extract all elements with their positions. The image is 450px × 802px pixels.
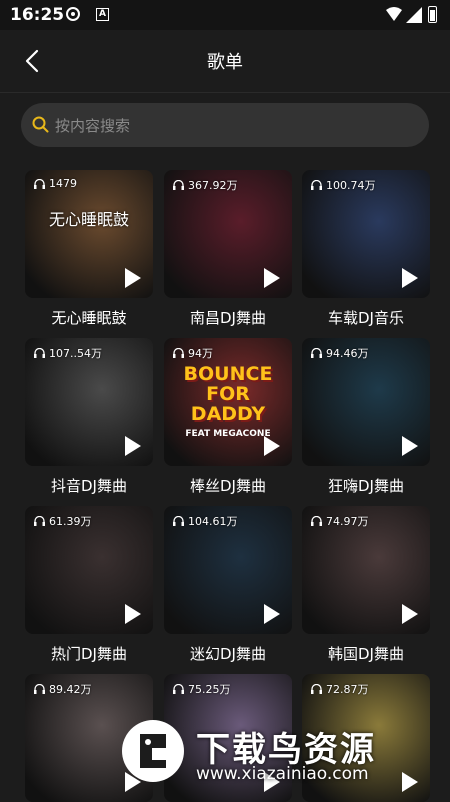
page-title: 歌单 bbox=[207, 52, 243, 73]
headphones-icon bbox=[173, 348, 184, 358]
play-count-value: 61.39万 bbox=[49, 515, 92, 528]
play-count-value: 100.74万 bbox=[326, 179, 376, 192]
a-notification-icon: A bbox=[96, 8, 109, 21]
playlist-name: 南昌DJ舞曲 bbox=[190, 309, 266, 327]
play-count-value: 1479 bbox=[49, 177, 77, 190]
headphones-icon bbox=[311, 180, 322, 190]
play-count: 61.39万 bbox=[34, 513, 92, 529]
header: 歌单 bbox=[0, 30, 450, 93]
play-count-value: 367.92万 bbox=[188, 179, 238, 192]
headphones-icon bbox=[311, 516, 322, 526]
playlist-name: 无心睡眠鼓 bbox=[51, 309, 127, 327]
battery-icon bbox=[428, 6, 437, 23]
play-icon[interactable] bbox=[264, 436, 280, 456]
play-icon[interactable] bbox=[402, 436, 418, 456]
watermark-url: www.xiazainiao.com bbox=[196, 764, 369, 784]
search-placeholder: 按内容搜索 bbox=[55, 117, 131, 135]
play-icon[interactable] bbox=[264, 268, 280, 288]
play-count-value: 94万 bbox=[188, 347, 213, 360]
watermark-logo-icon bbox=[122, 720, 184, 782]
play-count-value: 107..54万 bbox=[49, 347, 102, 360]
cover-art-text: BOUNCE FOR DADDY FEAT MEGACONE bbox=[170, 364, 286, 444]
play-icon[interactable] bbox=[402, 268, 418, 288]
play-count-value: 89.42万 bbox=[49, 683, 92, 696]
playlist-cover[interactable]: 61.39万 bbox=[25, 506, 153, 634]
play-count: 1479 bbox=[34, 177, 77, 190]
play-icon[interactable] bbox=[402, 772, 418, 792]
play-count: 74.97万 bbox=[311, 513, 369, 529]
playlist-name: 韩国DJ舞曲 bbox=[328, 645, 404, 663]
status-time: 16:25 bbox=[10, 5, 65, 25]
playlist-name: 迷幻DJ舞曲 bbox=[190, 645, 266, 663]
playlist-cover[interactable]: 94.46万 bbox=[302, 338, 430, 466]
wifi-icon bbox=[386, 7, 402, 21]
record-icon bbox=[66, 7, 80, 21]
play-count: 104.61万 bbox=[173, 513, 238, 529]
play-icon[interactable] bbox=[402, 604, 418, 624]
play-count-value: 74.97万 bbox=[326, 515, 369, 528]
headphones-icon bbox=[173, 684, 184, 694]
playlist-cover[interactable]: 74.97万 bbox=[302, 506, 430, 634]
play-count: 89.42万 bbox=[34, 681, 92, 697]
play-icon[interactable] bbox=[125, 436, 141, 456]
status-bar: 16:25 A bbox=[0, 0, 450, 30]
play-count-value: 75.25万 bbox=[188, 683, 231, 696]
playlist-cover[interactable]: 107..54万 bbox=[25, 338, 153, 466]
headphones-icon bbox=[173, 516, 184, 526]
headphones-icon bbox=[311, 348, 322, 358]
play-count: 94万 bbox=[173, 345, 213, 361]
play-icon[interactable] bbox=[264, 604, 280, 624]
playlist-name: 热门DJ舞曲 bbox=[51, 645, 127, 663]
play-count: 107..54万 bbox=[34, 345, 102, 361]
playlist-name: 狂嗨DJ舞曲 bbox=[328, 477, 404, 495]
playlist-cover[interactable]: 367.92万 bbox=[164, 170, 292, 298]
headphones-icon bbox=[34, 684, 45, 694]
playlist-name: 抖音DJ舞曲 bbox=[51, 477, 127, 495]
headphones-icon bbox=[34, 348, 45, 358]
search-input[interactable]: 按内容搜索 bbox=[21, 103, 429, 147]
play-count: 75.25万 bbox=[173, 681, 231, 697]
play-count: 367.92万 bbox=[173, 177, 238, 193]
playlist-cover[interactable]: 100.74万 bbox=[302, 170, 430, 298]
cover-art-line: BOUNCE bbox=[183, 363, 273, 385]
playlist-cover[interactable]: 1479 无心睡眠鼓 bbox=[25, 170, 153, 298]
cover-art-line: FOR DADDY bbox=[190, 383, 266, 425]
play-count: 72.87万 bbox=[311, 681, 369, 697]
search-icon bbox=[32, 116, 49, 133]
play-count: 94.46万 bbox=[311, 345, 369, 361]
playlist-cover[interactable]: 104.61万 bbox=[164, 506, 292, 634]
cover-text: 无心睡眠鼓 bbox=[48, 210, 129, 229]
headphones-icon bbox=[34, 178, 45, 189]
signal-icon bbox=[406, 7, 422, 23]
play-count-value: 72.87万 bbox=[326, 683, 369, 696]
play-icon[interactable] bbox=[125, 604, 141, 624]
play-count: 100.74万 bbox=[311, 177, 376, 193]
play-count-value: 104.61万 bbox=[188, 515, 238, 528]
headphones-icon bbox=[311, 684, 322, 694]
play-count-value: 94.46万 bbox=[326, 347, 369, 360]
headphones-icon bbox=[34, 516, 45, 526]
playlist-name: 棒丝DJ舞曲 bbox=[190, 477, 266, 495]
headphones-icon bbox=[173, 180, 184, 190]
play-icon[interactable] bbox=[125, 268, 141, 288]
playlist-name: 车载DJ音乐 bbox=[328, 309, 404, 327]
playlist-cover[interactable]: 94万 BOUNCE FOR DADDY FEAT MEGACONE bbox=[164, 338, 292, 466]
